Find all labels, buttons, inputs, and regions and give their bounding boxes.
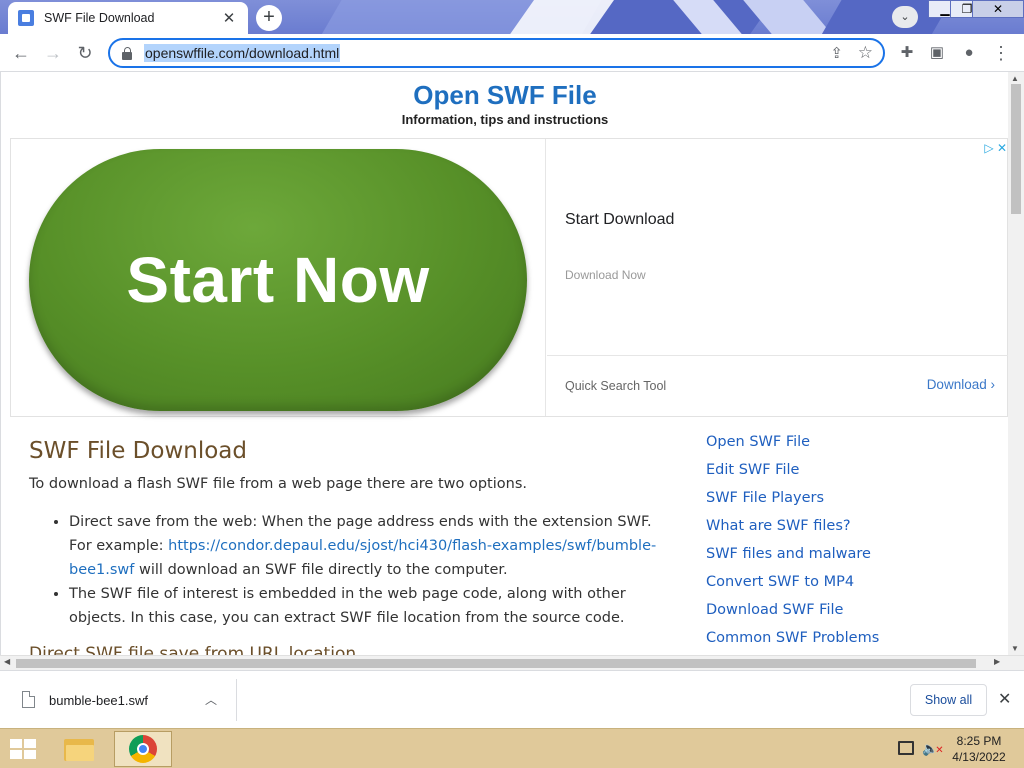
site-title[interactable]: Open SWF File (1, 80, 1008, 111)
sidebar-link-what-are[interactable]: What are SWF files? (706, 516, 986, 544)
article-heading: SWF File Download (29, 438, 248, 464)
menu-kebab-icon[interactable]: ⋮ (990, 42, 1012, 64)
sidebar-nav: Open SWF File Edit SWF File SWF File Pla… (706, 432, 986, 655)
horizontal-scroll-thumb[interactable] (16, 659, 976, 668)
close-shelf-icon[interactable]: ✕ (998, 689, 1011, 709)
scroll-up-icon[interactable]: ▲ (1011, 74, 1019, 83)
article-bullets: Direct save from the web: When the page … (29, 510, 669, 630)
ad-quick-search[interactable]: Quick Search Tool (565, 379, 666, 393)
system-clock[interactable]: 8:25 PM 4/13/2022 (944, 733, 1014, 765)
ad-text-panel[interactable]: ▷ ✕ Start Download Download Now Quick Se… (547, 139, 1008, 416)
bookmark-star-icon[interactable]: ☆ (858, 43, 873, 63)
vertical-scrollbar[interactable]: ▲ ▼ (1008, 72, 1024, 655)
tab-close-icon[interactable]: ✕ (220, 9, 238, 27)
ad-image[interactable]: Start Now (11, 139, 546, 416)
vertical-scroll-thumb[interactable] (1011, 84, 1021, 214)
reload-icon[interactable]: ↻ (72, 41, 98, 65)
ad-headline[interactable]: Start Download (565, 211, 674, 229)
browser-title-bar: SWF File Download ✕ + ⌄ ▁ ❐ ✕ (0, 0, 1024, 34)
chevron-right-icon: › (990, 377, 996, 392)
clock-date: 4/13/2022 (952, 750, 1006, 764)
file-explorer-icon[interactable] (62, 735, 98, 763)
browser-toolbar: ← → ↻ openswffile.com/download.html ⇪ ☆ … (0, 34, 1024, 72)
new-tab-button[interactable]: + (256, 5, 282, 31)
ad-download-link[interactable]: Download › (927, 377, 995, 392)
windows-start-icon[interactable] (10, 739, 38, 761)
tab-search-chevron-icon[interactable]: ⌄ (892, 6, 918, 28)
adchoices-icon[interactable]: ▷ ✕ (984, 141, 1007, 155)
site-subtitle: Information, tips and instructions (401, 112, 609, 127)
ad-divider (547, 355, 1008, 356)
clock-time: 8:25 PM (956, 734, 1002, 748)
forward-arrow-icon[interactable]: → (40, 41, 66, 65)
article-intro: To download a flash SWF file from a web … (29, 476, 527, 492)
ad-subline[interactable]: Download Now (565, 268, 646, 282)
close-window-button[interactable]: ✕ (972, 0, 1024, 18)
article: SWF File Download To download a flash SW… (29, 438, 669, 630)
sidebar-link-edit-swf[interactable]: Edit SWF File (706, 460, 986, 488)
scroll-right-icon[interactable]: ▶ (994, 657, 1000, 666)
next-section-heading: Direct SWF file save from URL location (29, 644, 357, 655)
page-viewport: Open SWF File Information, tips and inst… (0, 72, 1008, 655)
list-item: The SWF file of interest is embedded in … (69, 582, 669, 630)
start-now-button[interactable]: Start Now (29, 149, 527, 411)
side-panel-icon[interactable]: ▣ (926, 42, 948, 64)
show-all-button[interactable]: Show all (910, 684, 987, 716)
scroll-left-icon[interactable]: ◀ (4, 657, 10, 666)
start-now-label: Start Now (126, 244, 430, 316)
network-icon[interactable] (898, 741, 914, 755)
volume-muted-icon[interactable]: 🔈✕ (922, 741, 944, 757)
chevron-up-icon[interactable]: ︿ (205, 691, 217, 708)
file-icon (22, 691, 35, 708)
list-item: Direct save from the web: When the page … (69, 510, 669, 582)
sidebar-link-open-swf[interactable]: Open SWF File (706, 432, 986, 460)
shelf-divider (236, 679, 237, 721)
share-icon[interactable]: ⇪ (830, 44, 843, 62)
sidebar-link-players[interactable]: SWF File Players (706, 488, 986, 516)
extensions-puzzle-icon[interactable]: ✚ (896, 42, 918, 64)
back-arrow-icon[interactable]: ← (8, 41, 34, 65)
downloaded-file-name[interactable]: bumble-bee1.swf (49, 693, 148, 708)
advertisement[interactable]: Start Now ▷ ✕ Start Download Download No… (10, 138, 1008, 417)
scroll-down-icon[interactable]: ▼ (1011, 644, 1019, 653)
horizontal-scrollbar[interactable]: ◀ ▶ (0, 655, 1024, 670)
address-bar[interactable]: openswffile.com/download.html ⇪ ☆ (108, 38, 885, 68)
chrome-taskbar-button[interactable] (114, 731, 172, 767)
lock-icon[interactable] (120, 46, 134, 60)
windows-taskbar: 🔈✕ 8:25 PM 4/13/2022 (0, 728, 1024, 768)
sidebar-link-convert[interactable]: Convert SWF to MP4 (706, 572, 986, 600)
download-shelf: bumble-bee1.swf ︿ Show all ✕ (0, 670, 1024, 728)
profile-avatar-icon[interactable]: ● (958, 42, 980, 64)
browser-tab[interactable]: SWF File Download ✕ (8, 2, 248, 34)
url-text[interactable]: openswffile.com/download.html (144, 44, 341, 62)
sidebar-link-malware[interactable]: SWF files and malware (706, 544, 986, 572)
chrome-icon (129, 735, 157, 763)
sidebar-link-download[interactable]: Download SWF File (706, 600, 986, 628)
sidebar-link-problems[interactable]: Common SWF Problems (706, 628, 986, 655)
tab-title: SWF File Download (44, 11, 155, 25)
document-favicon-icon (18, 10, 34, 26)
